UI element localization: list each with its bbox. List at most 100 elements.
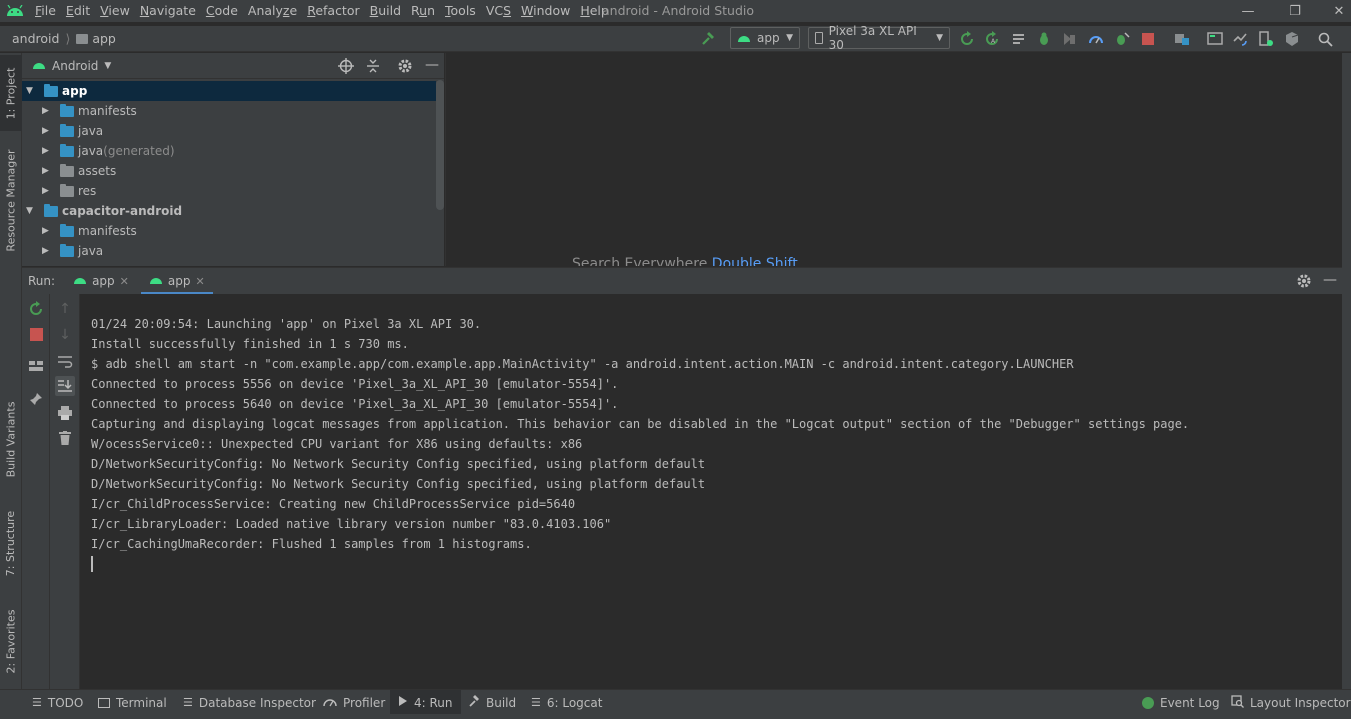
folder-icon bbox=[60, 123, 74, 137]
build-variants-tool-tab[interactable]: Build Variants bbox=[0, 389, 22, 489]
project-view-value: Android bbox=[52, 58, 99, 73]
database-inspector-tool-button[interactable]: ☰ Database Inspector bbox=[175, 690, 324, 715]
menu-item[interactable]: Code bbox=[201, 0, 243, 22]
run-tab[interactable]: app ✕ bbox=[63, 268, 139, 295]
resource-manager-tool-tab-label: Resource Manager bbox=[4, 148, 18, 252]
menu-item[interactable]: Window bbox=[516, 0, 575, 22]
run-console[interactable]: 01/24 20:09:54: Launching 'app' on Pixel… bbox=[80, 294, 1342, 689]
close-window-button[interactable]: ✕ bbox=[1316, 0, 1351, 22]
profiler-tool-button[interactable]: Profiler bbox=[315, 690, 393, 715]
profile-icon[interactable] bbox=[1086, 29, 1106, 49]
pin-tab-icon[interactable] bbox=[26, 389, 46, 409]
menu-item-text: iew bbox=[108, 3, 130, 18]
hide-panel-icon[interactable]: — bbox=[425, 57, 439, 73]
menu-item[interactable]: Navigate bbox=[135, 0, 201, 22]
attach-debugger-icon[interactable] bbox=[1112, 29, 1132, 49]
menu-item[interactable]: Edit bbox=[61, 0, 95, 22]
expand-arrow-right-icon[interactable]: ▶ bbox=[42, 146, 52, 156]
arrow-down-icon[interactable]: ↓ bbox=[55, 325, 75, 345]
locate-file-icon[interactable] bbox=[338, 58, 354, 77]
minimize-button[interactable]: — bbox=[1225, 0, 1271, 22]
avd-manager-icon[interactable] bbox=[1205, 29, 1225, 49]
collapse-all-icon[interactable] bbox=[365, 58, 381, 77]
favorites-tool-tab[interactable]: 2: Favorites bbox=[0, 599, 22, 683]
menu-item[interactable]: Build bbox=[365, 0, 406, 22]
todo-tool-button[interactable]: ☰ TODO bbox=[24, 690, 91, 715]
menu-item[interactable]: Run bbox=[406, 0, 440, 22]
console-line: Install successfully finished in 1 s 730… bbox=[91, 337, 409, 351]
breadcrumb-module[interactable]: app bbox=[92, 31, 116, 46]
menu-item[interactable]: Analyze bbox=[243, 0, 302, 22]
tree-node[interactable]: ▶ manifests bbox=[22, 101, 436, 121]
menu-item[interactable]: View bbox=[95, 0, 135, 22]
search-icon[interactable] bbox=[1315, 29, 1335, 49]
make-project-hammer-icon[interactable] bbox=[698, 29, 718, 49]
gear-icon[interactable] bbox=[397, 58, 413, 77]
arrow-up-icon[interactable]: ↑ bbox=[55, 299, 75, 319]
terminal-tool-button[interactable]: Terminal bbox=[90, 690, 175, 715]
menu-item-mnemonic: W bbox=[521, 3, 534, 18]
debug-bug-icon[interactable] bbox=[1034, 29, 1054, 49]
expand-arrow-down-icon[interactable]: ▼ bbox=[26, 86, 36, 96]
tree-node[interactable]: ▼ app bbox=[22, 81, 436, 101]
breadcrumb-root[interactable]: android bbox=[12, 31, 59, 46]
run-tab[interactable]: app ✕ bbox=[139, 268, 215, 295]
structure-tool-tab[interactable]: 7: Structure bbox=[0, 503, 22, 583]
gear-icon[interactable] bbox=[1296, 273, 1312, 292]
apply-code-changes-icon[interactable]: A bbox=[982, 29, 1002, 49]
project-view-select[interactable]: Android ▼ bbox=[52, 59, 111, 73]
tree-node[interactable]: ▶ assets bbox=[22, 161, 436, 181]
run-configuration-select[interactable]: app ▼ bbox=[730, 27, 800, 49]
close-icon[interactable]: ✕ bbox=[195, 275, 204, 288]
menu-item[interactable]: Tools bbox=[440, 0, 481, 22]
expand-arrow-right-icon[interactable]: ▶ bbox=[42, 186, 52, 196]
expand-arrow-right-icon[interactable]: ▶ bbox=[42, 166, 52, 176]
menu-item[interactable]: Refactor bbox=[302, 0, 364, 22]
menu-item-text: ode bbox=[214, 3, 238, 18]
hide-panel-icon[interactable]: — bbox=[1323, 272, 1337, 288]
resource-manager-tool-tab[interactable]: Resource Manager bbox=[0, 145, 22, 255]
sync-project-icon[interactable] bbox=[1230, 29, 1250, 49]
menu-item[interactable]: File bbox=[30, 0, 61, 22]
tree-node[interactable]: ▼ capacitor-android bbox=[22, 201, 436, 221]
expand-arrow-right-icon[interactable]: ▶ bbox=[42, 126, 52, 136]
expand-arrow-down-icon[interactable]: ▼ bbox=[26, 206, 36, 216]
project-structure-icon[interactable] bbox=[1172, 29, 1192, 49]
tree-node[interactable]: ▶ java bbox=[22, 121, 436, 141]
stop-icon[interactable] bbox=[26, 324, 46, 344]
expand-arrow-right-icon[interactable]: ▶ bbox=[42, 226, 52, 236]
restore-button[interactable]: ❐ bbox=[1272, 0, 1318, 22]
close-icon[interactable]: ✕ bbox=[120, 275, 129, 288]
stop-icon[interactable] bbox=[1138, 29, 1158, 49]
apply-changes-restart-icon[interactable] bbox=[957, 29, 977, 49]
sdk-manager-icon[interactable] bbox=[1282, 29, 1302, 49]
event-log-tool-button[interactable]: Event Log bbox=[1134, 690, 1228, 715]
trash-icon[interactable] bbox=[55, 428, 75, 448]
apply-changes-icon[interactable] bbox=[1009, 29, 1029, 49]
tree-node[interactable]: ▶ java bbox=[22, 241, 436, 261]
soft-wrap-icon[interactable] bbox=[55, 352, 75, 372]
scroll-to-end-icon[interactable] bbox=[55, 376, 75, 396]
console-line: I/cr_ChildProcessService: Creating new C… bbox=[91, 497, 576, 511]
project-tree-scrollbar[interactable] bbox=[436, 80, 444, 210]
console-line: D/NetworkSecurityConfig: No Network Secu… bbox=[91, 457, 706, 471]
tree-node[interactable]: ▶ manifests bbox=[22, 221, 436, 241]
folder-icon bbox=[60, 243, 74, 257]
layout-icon[interactable] bbox=[26, 356, 46, 376]
tree-node[interactable]: ▶ res bbox=[22, 181, 436, 201]
layout-inspector-tool-button[interactable]: Layout Inspector bbox=[1223, 690, 1351, 715]
menu-item[interactable]: VCS bbox=[481, 0, 516, 22]
run-tool-button[interactable]: 4: Run bbox=[390, 690, 461, 715]
rerun-icon[interactable] bbox=[26, 299, 46, 319]
print-icon[interactable] bbox=[55, 403, 75, 423]
project-tool-tab[interactable]: 1: Project bbox=[0, 55, 22, 131]
build-tool-button[interactable]: Build bbox=[460, 690, 524, 715]
menu-bar: File Edit View Navigate Code Analyze Refactor B… bbox=[0, 0, 1351, 22]
run-with-coverage-icon[interactable] bbox=[1059, 29, 1079, 49]
device-select[interactable]: Pixel 3a XL API 30 ▼ bbox=[808, 24, 950, 52]
expand-arrow-right-icon[interactable]: ▶ bbox=[42, 246, 52, 256]
device-manager-icon[interactable] bbox=[1256, 29, 1276, 49]
expand-arrow-right-icon[interactable]: ▶ bbox=[42, 106, 52, 116]
tree-node[interactable]: ▶ java (generated) bbox=[22, 141, 436, 161]
logcat-tool-button[interactable]: ☰ 6: Logcat bbox=[523, 690, 610, 715]
